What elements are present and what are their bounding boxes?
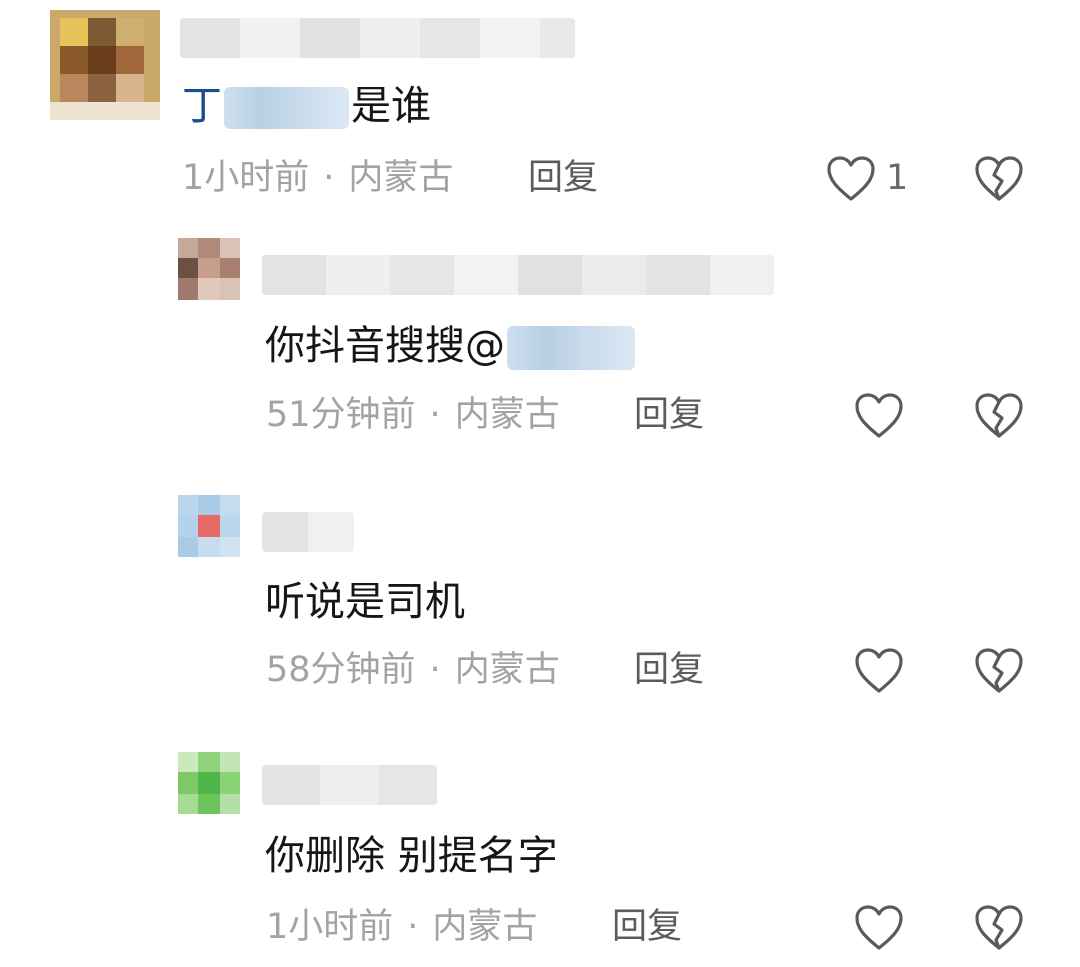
username[interactable] — [262, 255, 774, 295]
timestamp: 1小时前 — [266, 907, 394, 947]
avatar[interactable] — [178, 495, 240, 557]
username[interactable] — [262, 765, 437, 805]
comment-text: 你删除 别提名字 — [265, 833, 558, 879]
dislike-button[interactable] — [974, 392, 1024, 440]
broken-heart-icon — [975, 156, 1023, 201]
comment-meta: 1小时前 · 内蒙古 — [182, 161, 453, 196]
comment-text-suffix: 是谁 — [351, 83, 431, 129]
comment-meta: 1小时前 · 内蒙古 — [266, 910, 537, 945]
like-button[interactable] — [854, 392, 904, 440]
broken-heart-icon — [975, 393, 1023, 438]
like-button[interactable] — [854, 904, 904, 952]
separator: · — [407, 907, 419, 947]
redacted-mention — [224, 87, 349, 129]
like-button[interactable] — [854, 647, 904, 695]
comment-meta: 58分钟前 · 内蒙古 — [266, 653, 560, 688]
heart-outline-icon — [855, 905, 903, 950]
username[interactable] — [262, 512, 354, 552]
username[interactable] — [180, 18, 575, 58]
timestamp: 58分钟前 — [266, 650, 416, 690]
reply-button[interactable]: 回复 — [634, 398, 704, 433]
comment-text-prefix: 你抖音搜搜@ — [265, 323, 505, 369]
dislike-button[interactable] — [974, 155, 1024, 203]
avatar[interactable] — [50, 10, 160, 120]
separator: · — [429, 650, 441, 690]
heart-outline-icon — [855, 648, 903, 693]
like-button[interactable] — [826, 155, 876, 203]
comment-text-prefix: 丁 — [182, 83, 222, 129]
reply-button[interactable]: 回复 — [634, 653, 704, 688]
location: 内蒙古 — [348, 158, 454, 198]
avatar[interactable] — [178, 752, 240, 814]
location: 内蒙古 — [454, 395, 560, 435]
reply-button[interactable]: 回复 — [612, 910, 682, 945]
avatar[interactable] — [178, 238, 240, 300]
location: 内蒙古 — [432, 907, 538, 947]
comment-text: 你抖音搜搜@ — [265, 326, 635, 370]
reply-button[interactable]: 回复 — [528, 161, 598, 196]
heart-outline-icon — [855, 393, 903, 438]
comment-text: 听说是司机 — [265, 579, 465, 625]
comment-meta: 51分钟前 · 内蒙古 — [266, 398, 560, 433]
separator: · — [323, 158, 335, 198]
timestamp: 51分钟前 — [266, 395, 416, 435]
broken-heart-icon — [975, 648, 1023, 693]
comment-text: 丁 是谁 — [182, 86, 431, 129]
like-count: 1 — [886, 158, 909, 198]
dislike-button[interactable] — [974, 904, 1024, 952]
timestamp: 1小时前 — [182, 158, 310, 198]
heart-outline-icon — [827, 156, 875, 201]
redacted-mention — [507, 326, 635, 370]
location: 内蒙古 — [454, 650, 560, 690]
separator: · — [429, 395, 441, 435]
broken-heart-icon — [975, 905, 1023, 950]
dislike-button[interactable] — [974, 647, 1024, 695]
